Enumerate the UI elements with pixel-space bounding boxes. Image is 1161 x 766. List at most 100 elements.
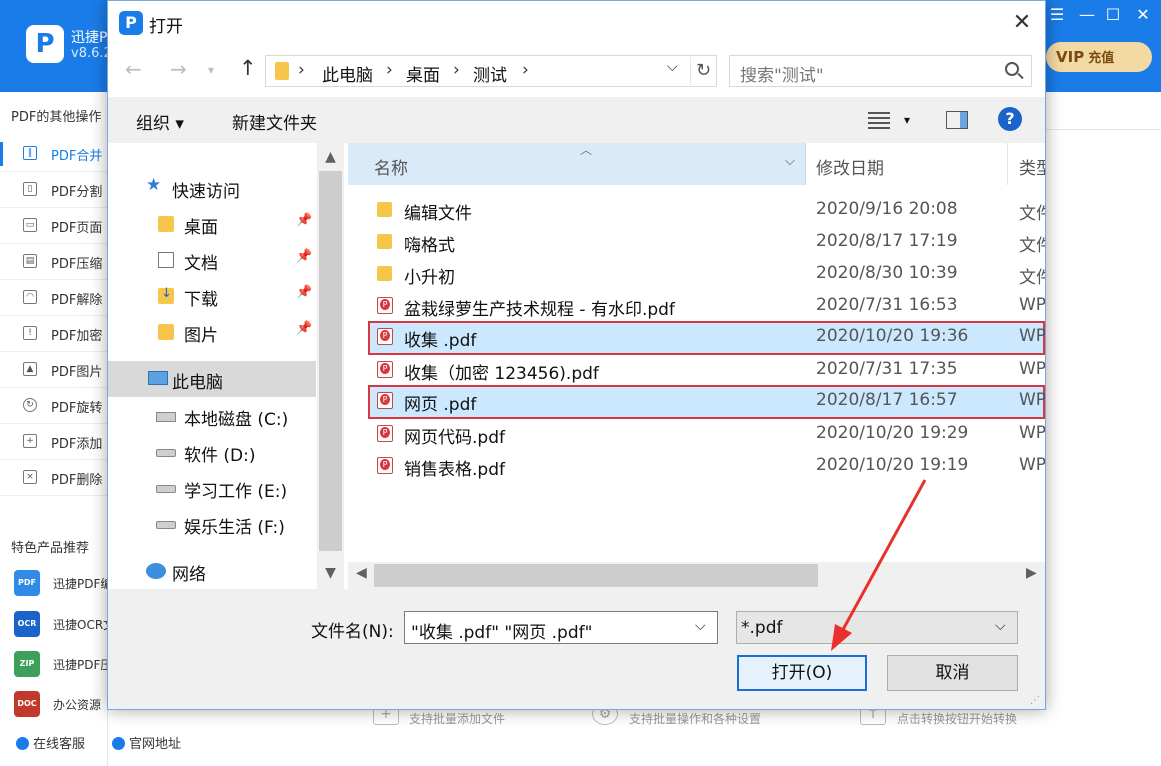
sidebar-item-compress[interactable]: ▤ PDF压缩	[0, 244, 108, 280]
chevron-right-icon[interactable]: ›	[298, 60, 305, 80]
tree-item-quick-access[interactable]: ★ 快速访问	[146, 173, 316, 202]
chevron-down-icon[interactable]: ⌵	[695, 618, 706, 634]
column-date-label: 修改日期	[816, 159, 884, 179]
hint-batch-settings: 支持批量操作和各种设置	[629, 712, 762, 726]
file-type: WPS PDF	[1019, 359, 1045, 379]
file-row[interactable]: 编辑文件 2020/9/16 20:08 文件夹	[368, 194, 1045, 226]
tree-item-pictures[interactable]: 图片 📌	[158, 317, 316, 346]
forward-arrow-icon[interactable]: →	[170, 57, 187, 81]
file-row[interactable]: 嗨格式 2020/8/17 17:19 文件夹	[368, 226, 1045, 258]
file-row[interactable]: 收集（加密 123456).pdf 2020/7/31 17:35 WPS PDF	[368, 354, 1045, 386]
help-icon[interactable]: ?	[998, 107, 1022, 131]
open-button[interactable]: 打开(O)	[737, 655, 867, 691]
tree-item-downloads[interactable]: 下载 📌	[158, 281, 316, 310]
refresh-icon[interactable]: ↻	[690, 57, 716, 85]
tree-item-drive-d[interactable]: 软件 (D:)	[156, 437, 316, 466]
breadcrumb-this-pc[interactable]: 此电脑	[322, 61, 373, 86]
pin-icon[interactable]: 📌	[296, 285, 312, 300]
scroll-down-icon[interactable]: ▼	[317, 565, 344, 581]
chevron-right-icon[interactable]: ›	[522, 60, 529, 80]
dialog-titlebar: P 打开 ✕	[108, 1, 1045, 45]
nav-scrollbar[interactable]: ▲ ▼	[317, 143, 344, 589]
address-bar[interactable]: › 此电脑 › 桌面 › 测试 › ⌵ ↻	[265, 55, 717, 87]
filename-value: "收集 .pdf" "网页 .pdf"	[411, 623, 593, 643]
file-row-selected[interactable]: 收集 .pdf 2020/10/20 19:36 WPS PDF	[368, 321, 1045, 355]
compress-app-icon: ZIP	[14, 651, 40, 677]
scroll-up-icon[interactable]: ▲	[317, 149, 344, 165]
back-arrow-icon[interactable]: ←	[125, 57, 142, 81]
new-folder-button[interactable]: 新建文件夹	[232, 109, 317, 134]
recent-chevron-icon[interactable]: ▾	[208, 63, 214, 77]
dialog-close-icon[interactable]: ✕	[1006, 9, 1038, 37]
pin-icon[interactable]: 📌	[296, 321, 312, 336]
file-list-scrollbar-thumb[interactable]	[374, 564, 818, 587]
sidebar-item-delete[interactable]: × PDF删除	[0, 460, 108, 496]
up-arrow-icon[interactable]: ↑	[239, 56, 257, 80]
pin-icon[interactable]: 📌	[296, 249, 312, 264]
column-dropdown-icon[interactable]: ⌵	[785, 154, 795, 169]
app-close-icon[interactable]: ✕	[1132, 5, 1154, 24]
chevron-down-icon[interactable]: ⌵	[995, 618, 1006, 634]
sidebar-item-unlock[interactable]: ◠ PDF解除	[0, 280, 108, 316]
file-list-scrollbar[interactable]: ◀ ▶	[348, 562, 1045, 589]
sidebar-item-label: PDF解除	[51, 293, 103, 308]
file-row[interactable]: 销售表格.pdf 2020/10/20 19:19 WPS PDF	[368, 450, 1045, 482]
filename-input[interactable]: "收集 .pdf" "网页 .pdf" ⌵	[404, 611, 718, 644]
column-header-name[interactable]: ︿ 名称 ⌵	[348, 143, 806, 185]
product-item-office[interactable]: DOC 办公资源	[8, 687, 108, 723]
tree-item-documents[interactable]: 文档 📌	[158, 245, 316, 274]
sidebar-item-page[interactable]: ▭ PDF页面	[0, 208, 108, 244]
sidebar-item-encrypt[interactable]: ! PDF加密	[0, 316, 108, 352]
file-row[interactable]: 网页代码.pdf 2020/10/20 19:29 WPS PDF	[368, 418, 1045, 450]
address-dropdown-icon[interactable]: ⌵	[667, 59, 678, 75]
file-date: 2020/9/16 20:08	[816, 199, 958, 219]
tree-item-this-pc[interactable]: 此电脑	[108, 361, 316, 397]
tree-item-drive-f[interactable]: 娱乐生活 (F:)	[156, 509, 316, 538]
file-name: 嗨格式	[404, 236, 455, 256]
sidebar-item-split[interactable]: ▯ PDF分割	[0, 172, 108, 208]
cancel-button[interactable]: 取消	[887, 655, 1018, 691]
minimize-icon[interactable]: —	[1076, 5, 1098, 24]
file-row[interactable]: 小升初 2020/8/30 10:39 文件夹	[368, 258, 1045, 290]
file-row[interactable]: 盆栽绿萝生产技术规程 - 有水印.pdf 2020/7/31 16:53 WPS P…	[368, 290, 1045, 322]
file-type-select[interactable]: *.pdf ⌵	[736, 611, 1018, 644]
resize-grip-icon[interactable]: ⋰	[1030, 695, 1040, 706]
sidebar-item-rotate[interactable]: ↻ PDF旋转	[0, 388, 108, 424]
product-item-ocr[interactable]: OCR 迅捷OCR文	[8, 607, 108, 643]
search-placeholder: 搜索"测试"	[740, 66, 824, 86]
product-item-pdf-compress[interactable]: ZIP 迅捷PDF压	[8, 647, 108, 683]
online-service-link[interactable]: 在线客服	[16, 733, 85, 752]
tree-item-drive-c[interactable]: 本地磁盘 (C:)	[156, 401, 316, 430]
pin-icon[interactable]: 📌	[296, 213, 312, 228]
address-row: ← → ▾ ↑ › 此电脑 › 桌面 › 测试 › ⌵ ↻ 搜索"测试"	[108, 45, 1045, 97]
scroll-right-icon[interactable]: ▶	[1026, 565, 1037, 581]
sidebar-item-add[interactable]: + PDF添加	[0, 424, 108, 460]
tree-item-drive-e[interactable]: 学习工作 (E:)	[156, 473, 316, 502]
sidebar-item-image[interactable]: ▲ PDF图片	[0, 352, 108, 388]
nav-scrollbar-thumb[interactable]	[319, 171, 342, 551]
breadcrumb-desktop[interactable]: 桌面	[406, 61, 440, 86]
tree-item-desktop[interactable]: 桌面 📌	[158, 209, 316, 238]
view-dropdown-icon[interactable]: ▾	[904, 113, 910, 127]
search-icon[interactable]	[1005, 62, 1019, 76]
chevron-right-icon[interactable]: ›	[386, 60, 393, 80]
file-row-selected[interactable]: 网页 .pdf 2020/8/17 16:57 WPS PDF	[368, 385, 1045, 419]
website-link[interactable]: 官网地址	[112, 733, 181, 752]
sidebar-item-merge[interactable]: ‖ PDF合并	[0, 136, 108, 172]
vip-recharge-button[interactable]: VIP 充值	[1046, 42, 1152, 72]
preview-pane-icon[interactable]	[946, 111, 968, 129]
column-header-date[interactable]: 修改日期	[807, 143, 1008, 185]
search-input[interactable]: 搜索"测试"	[729, 55, 1032, 87]
breadcrumb-test[interactable]: 测试	[473, 61, 507, 86]
view-options-icon[interactable]	[868, 111, 890, 129]
drive-icon	[156, 449, 176, 457]
organize-button[interactable]: 组织 ▾	[136, 109, 184, 134]
menu-icon[interactable]: ☰	[1046, 5, 1068, 24]
column-header-type[interactable]: 类型	[1009, 143, 1045, 185]
tree-item-network[interactable]: 网络	[146, 556, 316, 585]
chevron-right-icon[interactable]: ›	[453, 60, 460, 80]
folder-icon	[377, 234, 392, 249]
product-item-pdf-editor[interactable]: PDF 迅捷PDF编	[8, 566, 108, 602]
scroll-left-icon[interactable]: ◀	[356, 565, 367, 581]
maximize-icon[interactable]: ☐	[1102, 5, 1124, 24]
